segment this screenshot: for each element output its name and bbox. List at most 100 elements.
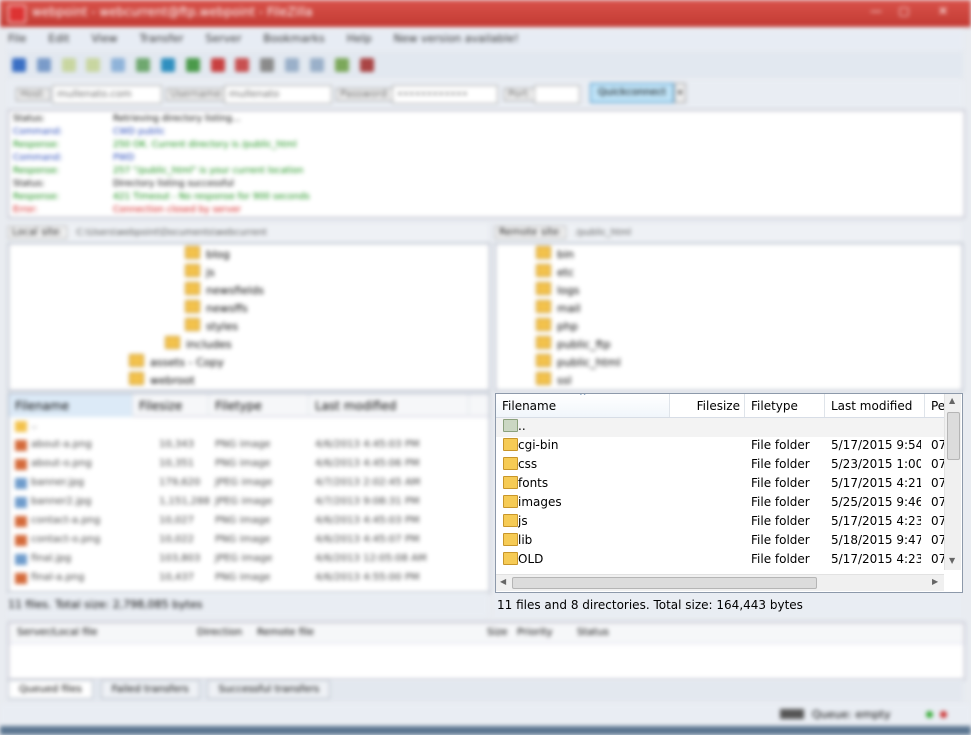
reconnect-icon[interactable] [260, 58, 275, 72]
tree-item[interactable]: bin [496, 246, 962, 264]
tab-successful-transfers[interactable]: Successful transfers [207, 680, 331, 699]
toggle-log-icon[interactable] [61, 58, 76, 72]
toggle-queue-icon[interactable] [136, 58, 151, 72]
local-file-row[interactable]: contact-a.png 10,027 PNG image 4/6/2013 4:4… [9, 512, 489, 531]
remote-col-filename[interactable]: Filename ^ [496, 394, 670, 417]
process-queue-icon[interactable] [185, 58, 200, 72]
password-input[interactable]: •••••••••••• [392, 85, 498, 104]
remote-file-row[interactable]: cgi-bin File folder 5/17/2015 9:54:... 07 [496, 437, 945, 456]
tree-item[interactable]: styles [9, 318, 489, 336]
tree-item[interactable]: php [496, 318, 962, 336]
quickconnect-button[interactable]: Quickconnect [590, 83, 674, 103]
remote-list-horizontal-scrollbar[interactable]: ◀ ▶ [496, 574, 944, 591]
disconnect-icon[interactable] [235, 58, 250, 72]
scroll-up-icon[interactable]: ▲ [949, 396, 955, 405]
queue-col-priority[interactable]: Priority [517, 623, 553, 643]
queue-col-server[interactable]: Server/Local file [17, 623, 98, 643]
local-file-row[interactable]: about-a.png 10,343 PNG image 4/6/2013 4:45:… [9, 436, 489, 455]
host-input[interactable]: mullenato.com [52, 85, 162, 104]
toggle-local-tree-icon[interactable] [86, 58, 101, 72]
horizontal-scroll-thumb[interactable] [512, 577, 817, 589]
remote-col-lastmod[interactable]: Last modified [825, 394, 925, 417]
remote-file-row[interactable]: css File folder 5/23/2015 1:00:... 07 [496, 456, 945, 475]
transfer-queue[interactable]: Server/Local file Direction Remote file … [8, 622, 965, 680]
site-manager-icon[interactable] [12, 58, 26, 72]
vertical-scroll-thumb[interactable] [947, 412, 960, 460]
dropdown-icon[interactable] [36, 58, 51, 72]
tab-queued-files[interactable]: Queued files [8, 680, 93, 699]
close-button[interactable]: ✕ [925, 2, 961, 20]
remote-tree[interactable]: bin etc logs mail php public_ftp public_html ss… [495, 243, 963, 391]
tree-item[interactable]: js [9, 264, 489, 282]
local-col-lastmod[interactable]: Last modified [309, 394, 469, 417]
sync-browse-icon[interactable] [334, 58, 349, 72]
toggle-remote-tree-icon[interactable] [111, 58, 126, 72]
local-file-row[interactable]: final.jpg 103,803 JPEG image 4/6/2013 12:05… [9, 550, 489, 569]
remote-col-permissions[interactable]: Pe [925, 394, 944, 417]
tree-item[interactable]: public_ftp [496, 336, 962, 354]
local-col-filesize[interactable]: Filesize [133, 394, 209, 417]
local-file-row[interactable]: banner.jpg 179,620 JPEG image 4/7/2013 2:02… [9, 474, 489, 493]
tree-item[interactable]: blog [9, 246, 489, 264]
queue-col-status[interactable]: Status [577, 623, 609, 643]
compare-icon[interactable] [309, 58, 324, 72]
menu-edit[interactable]: Edit [48, 32, 69, 45]
local-file-row[interactable]: contact-o.png 10,022 PNG image 4/6/2013 4:4… [9, 531, 489, 550]
remote-col-filetype[interactable]: Filetype [745, 394, 825, 417]
local-file-row[interactable]: about-o.png 10,351 PNG image 4/6/2013 4:45:… [9, 455, 489, 474]
maximize-button[interactable]: ▢ [890, 2, 918, 20]
local-file-row[interactable]: banner2.jpg 1,151,288 JPEG image 4/7/2013 9… [9, 493, 489, 512]
menu-new-version[interactable]: New version available! [394, 32, 519, 45]
minimize-button[interactable]: — [862, 2, 890, 20]
cancel-icon[interactable] [210, 58, 225, 72]
remote-file-row[interactable]: images File folder 5/25/2015 9:46:... 07 [496, 494, 945, 513]
queue-col-remote[interactable]: Remote file [257, 623, 314, 643]
queue-col-size[interactable]: Size [487, 623, 508, 643]
remote-file-row[interactable]: .. [496, 418, 944, 437]
local-file-row[interactable]: .. [9, 417, 489, 436]
local-file-list[interactable]: Filename Filesize Filetype Last modified… [8, 393, 490, 593]
remote-path[interactable]: /public_html [576, 228, 631, 238]
tab-failed-transfers[interactable]: Failed transfers [100, 680, 200, 699]
local-file-row[interactable]: final-a.png 10,437 PNG image 4/6/2013 4:55:… [9, 569, 489, 588]
message-log[interactable]: Status: Retrieving directory listing... Co… [8, 110, 965, 218]
remote-file-row[interactable]: lib File folder 5/18/2015 9:47:... 07 [496, 532, 945, 551]
local-path[interactable]: C:\Users\webpoint\Documents\webcurrent [76, 228, 267, 238]
scroll-left-icon[interactable]: ◀ [500, 577, 506, 586]
scroll-down-icon[interactable]: ▼ [949, 556, 955, 565]
filter-icon[interactable] [285, 58, 300, 72]
menu-help[interactable]: Help [347, 32, 372, 45]
tree-item[interactable]: newsfields [9, 282, 489, 300]
tree-item[interactable]: assets - Copy [9, 354, 489, 372]
scroll-right-icon[interactable]: ▶ [932, 577, 938, 586]
remote-file-row[interactable]: js File folder 5/17/2015 4:23:... 07 [496, 513, 945, 532]
queue-col-direction[interactable]: Direction [197, 623, 242, 643]
refresh-icon[interactable] [160, 58, 175, 72]
search-icon[interactable] [359, 58, 374, 72]
local-col-filename[interactable]: Filename [9, 394, 133, 417]
local-tree[interactable]: blog js newsfields newsffs styles includes ass… [8, 243, 490, 391]
tree-item[interactable]: etc [496, 264, 962, 282]
tree-item[interactable]: ssl [496, 372, 962, 390]
remote-file-perm: 07 [931, 495, 945, 509]
local-col-filetype[interactable]: Filetype [209, 394, 309, 417]
remote-file-row[interactable]: OLD File folder 5/17/2015 4:23:... 07 [496, 551, 945, 570]
chevron-down-icon[interactable]: ▾ [674, 83, 686, 103]
menu-bookmarks[interactable]: Bookmarks [263, 32, 324, 45]
menu-view[interactable]: View [91, 32, 117, 45]
tree-item[interactable]: webroot [9, 372, 489, 390]
username-input[interactable]: mullenato [224, 85, 332, 104]
menu-file[interactable]: File [8, 32, 26, 45]
tree-item[interactable]: logs [496, 282, 962, 300]
tree-item[interactable]: mail [496, 300, 962, 318]
tree-item[interactable]: newsffs [9, 300, 489, 318]
remote-file-list[interactable]: Filename ^ Filesize Filetype Last modifie… [495, 393, 963, 593]
port-input[interactable] [534, 85, 580, 104]
tree-item[interactable]: public_html [496, 354, 962, 372]
menu-transfer[interactable]: Transfer [139, 32, 183, 45]
tree-item[interactable]: includes [9, 336, 489, 354]
menu-server[interactable]: Server [205, 32, 241, 45]
remote-col-filesize[interactable]: Filesize [670, 394, 745, 417]
remote-file-row[interactable]: fonts File folder 5/17/2015 4:21:... 07 [496, 475, 945, 494]
remote-list-vertical-scrollbar[interactable]: ▲ ▼ [944, 394, 961, 570]
